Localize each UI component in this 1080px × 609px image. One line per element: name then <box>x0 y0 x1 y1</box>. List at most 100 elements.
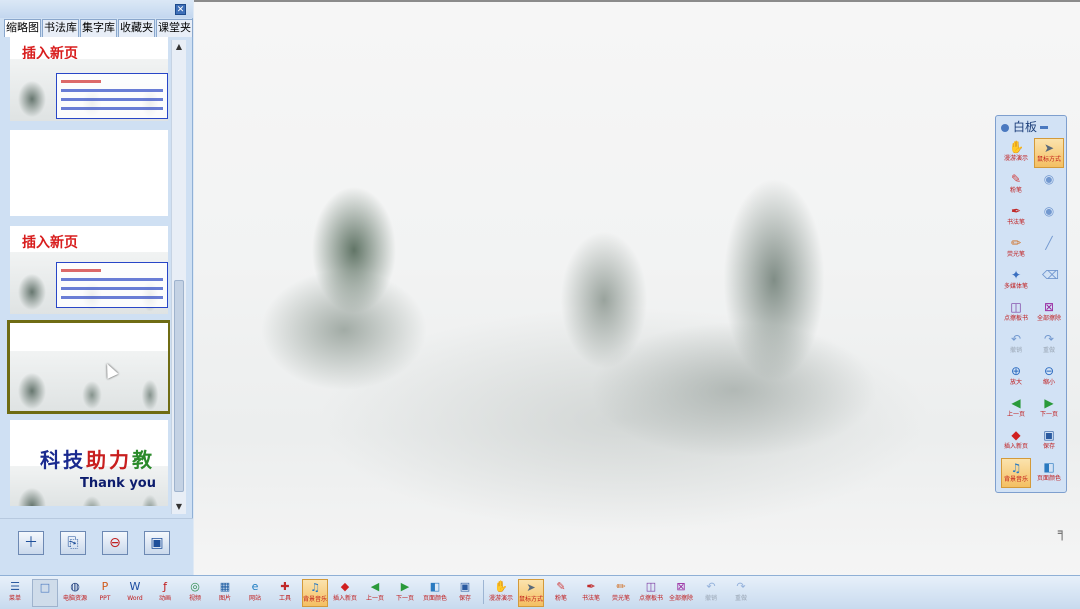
scroll-thumb[interactable] <box>174 280 184 492</box>
toolbar-button-redo[interactable]: ↷ 重做 <box>728 579 754 607</box>
toolbar-button-label: 图片 <box>218 595 231 602</box>
thumbnail-scrollbar[interactable]: ▲ ▼ <box>171 40 186 514</box>
toolbar-button-globe[interactable]: ◍ 电脑资源 <box>62 579 88 607</box>
tab-character-library[interactable]: 集字库 <box>80 19 117 37</box>
slide-thumbnail-3[interactable]: 插入新页 <box>10 226 168 314</box>
wb-button-prev-page[interactable]: ◀ 上一页 <box>1001 394 1031 424</box>
whiteboard-panel: 白板 ✋ 漫游演示 ➤ 鼠标方式 ✎ 粉笔 ◉ ✒ 书法笔 ◉ ✏ 荧光笔 ╱ ✦ 多媒体笔 ⌫ ◫ 点擦板书 ⊠ 全… <box>995 115 1067 493</box>
save-icon: ▣ <box>1043 428 1055 442</box>
wb-button-hand[interactable]: ✋ 漫游演示 <box>1001 138 1031 168</box>
scroll-down-icon[interactable]: ▼ <box>172 500 186 514</box>
undo-icon: ↶ <box>706 580 716 593</box>
minimize-icon[interactable] <box>1040 126 1049 129</box>
scroll-up-icon[interactable]: ▲ <box>172 40 186 54</box>
wb-button-undo[interactable]: ↶ 撤销 <box>1001 330 1031 360</box>
toolbar-button-arrow[interactable]: ➤ 鼠标方式 <box>518 579 544 607</box>
toolbar-button-video[interactable]: ◎ 视频 <box>182 579 208 607</box>
arrow-icon: ➤ <box>526 581 536 594</box>
wb-button-disc[interactable]: ◉ <box>1034 170 1064 200</box>
wb-button-label: 漫游演示 <box>1003 155 1028 162</box>
wb-button-magic-pen[interactable]: ✦ 多媒体笔 <box>1001 266 1031 296</box>
wb-button-zoom-in[interactable]: ⊕ 放大 <box>1001 362 1031 392</box>
wb-button-zoom-out[interactable]: ⊖ 缩小 <box>1034 362 1064 392</box>
wb-button-label: 全部擦除 <box>1036 315 1061 322</box>
wb-button-label: 下一页 <box>1039 411 1058 418</box>
toolbar-button-label: 页面颜色 <box>422 595 447 602</box>
toolbar-button-insert-page[interactable]: ◆ 插入新页 <box>332 579 358 607</box>
hand-icon: ✋ <box>1009 140 1024 154</box>
toolbar-button-prev-page[interactable]: ◀ 上一页 <box>362 579 388 607</box>
toolbar-button-ppt[interactable]: P PPT <box>92 579 118 607</box>
copy-page-button[interactable]: ⎘ <box>60 531 86 555</box>
toolbar-button-hand[interactable]: ✋ 漫游演示 <box>488 579 514 607</box>
canvas-top-border <box>194 0 1080 2</box>
save-page-button[interactable]: ▣ <box>144 531 170 555</box>
wb-button-label: 页面颜色 <box>1036 475 1061 482</box>
toolbar-button-chalk[interactable]: ✎ 粉笔 <box>548 579 574 607</box>
toolbar-button-label: 鼠标方式 <box>519 596 544 603</box>
slide-thumbnail-1[interactable]: 插入新页 <box>10 37 168 121</box>
chalk-icon: ✎ <box>1010 172 1022 186</box>
wb-button-label: 插入新页 <box>1003 443 1028 450</box>
slide-big-text: 科技助力教 <box>40 444 155 473</box>
wb-button-point-erase[interactable]: ◫ 点擦板书 <box>1001 298 1031 328</box>
toolbar-button-color[interactable]: ◧ 页面颜色 <box>422 579 448 607</box>
wb-button-save[interactable]: ▣ 保存 <box>1034 426 1064 456</box>
toolbar-button-flash[interactable]: ƒ 动画 <box>152 579 178 607</box>
close-icon[interactable]: ✕ <box>175 4 186 15</box>
wb-button-disc[interactable]: ◉ <box>1034 202 1064 232</box>
toolbar-button-undo[interactable]: ↶ 撤销 <box>698 579 724 607</box>
text-line <box>61 89 163 92</box>
slide-thumbnail-5[interactable]: 科技助力教 Thank you <box>10 420 168 506</box>
wb-button-music[interactable]: ♫ 背景音乐 <box>1001 458 1031 488</box>
toolbar-button-ie[interactable]: e 网站 <box>242 579 268 607</box>
whiteboard-canvas[interactable] <box>194 0 1080 578</box>
toolbar-button-label: 动画 <box>158 595 171 602</box>
toolbar-button-point-erase[interactable]: ◫ 点擦板书 <box>638 579 664 607</box>
tab-classroom-folder[interactable]: 课堂夹 <box>156 19 193 37</box>
pin-icon[interactable] <box>1001 123 1009 132</box>
toolbar-button-menu[interactable]: ☰ 菜单 <box>2 579 28 607</box>
wb-button-next-page[interactable]: ▶ 下一页 <box>1034 394 1064 424</box>
insert-page-icon: ◆ <box>340 580 350 593</box>
toolbar-button-tools[interactable]: ✚ 工具 <box>272 579 298 607</box>
tab-thumbnails[interactable]: 缩略图 <box>4 19 41 37</box>
wb-button-color[interactable]: ◧ 页面颜色 <box>1034 458 1064 488</box>
wb-button-arrow[interactable]: ➤ 鼠标方式 <box>1034 138 1064 168</box>
redo-icon: ↷ <box>736 580 746 593</box>
toolbar-button-save[interactable]: ▣ 保存 <box>452 579 478 607</box>
toolbar-button-clear-all[interactable]: ⊠ 全部擦除 <box>668 579 694 607</box>
toolbar-button-brush[interactable]: ✒ 书法笔 <box>578 579 604 607</box>
wb-button-insert-page[interactable]: ◆ 插入新页 <box>1001 426 1031 456</box>
chalk-icon: ✎ <box>556 580 566 593</box>
save-icon: ▣ <box>459 580 471 593</box>
wb-button-chalk[interactable]: ✎ 粉笔 <box>1001 170 1031 200</box>
slide-thumbnail-2[interactable] <box>10 130 168 216</box>
wb-button-brush[interactable]: ✒ 书法笔 <box>1001 202 1031 232</box>
delete-page-button[interactable]: ⊖ <box>102 531 128 555</box>
text-line <box>61 296 163 299</box>
toolbar-button-highlighter[interactable]: ✏ 荧光笔 <box>608 579 634 607</box>
copy-icon: ⎘ <box>67 535 79 551</box>
toolbar-button-blank[interactable]: □ <box>32 579 58 607</box>
wb-button-pen[interactable]: ╱ <box>1034 234 1064 264</box>
add-page-button[interactable]: ＋ <box>18 531 44 555</box>
tab-favorites[interactable]: 收藏夹 <box>118 19 155 37</box>
wb-button-redo[interactable]: ↷ 重做 <box>1034 330 1064 360</box>
wb-button-highlighter[interactable]: ✏ 荧光笔 <box>1001 234 1031 264</box>
slide-thumbnail-4-selected[interactable] <box>7 320 170 414</box>
arrow-icon: ➤ <box>1043 141 1055 155</box>
wb-button-clear-all[interactable]: ⊠ 全部擦除 <box>1034 298 1064 328</box>
slide-textbox <box>56 73 168 119</box>
bottom-toolbar: ☰ 菜单 □ ◍ 电脑资源 P PPT W Word ƒ 动画 ◎ 视频 ▦ 图片 e 网站 ✚ 工具 ♫ 背景音乐 ◆ 插… <box>0 575 1080 609</box>
text-line <box>61 278 163 281</box>
wb-button-eraser[interactable]: ⌫ <box>1034 266 1064 296</box>
toolbar-button-next-page[interactable]: ▶ 下一页 <box>392 579 418 607</box>
toolbar-button-music[interactable]: ♫ 背景音乐 <box>302 579 328 607</box>
tab-calligraphy-library[interactable]: 书法库 <box>42 19 79 37</box>
toolbar-button-image[interactable]: ▦ 图片 <box>212 579 238 607</box>
tools-icon: ✚ <box>280 580 290 593</box>
whiteboard-title[interactable]: 白板 <box>1001 119 1063 135</box>
ppt-icon: P <box>101 580 109 593</box>
toolbar-button-word[interactable]: W Word <box>122 579 148 607</box>
